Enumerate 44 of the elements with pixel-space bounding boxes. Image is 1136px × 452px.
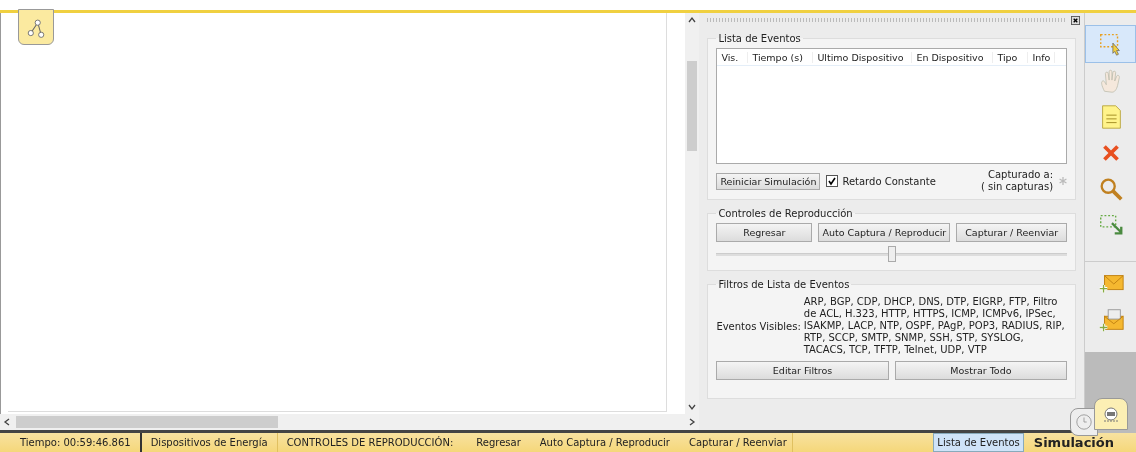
clock-icon [1075,413,1093,431]
scroll-left-icon[interactable] [2,417,12,427]
column-header[interactable]: Info [1028,51,1056,63]
speed-slider[interactable] [716,244,1068,264]
stopwatch-icon [1101,404,1121,424]
filter-label: Eventos Visibles: [716,320,801,332]
horizontal-scrollbar[interactable] [0,414,700,433]
playback-link[interactable]: Capturar / Reenviar [674,433,792,452]
group-title: Lista de Eventos [717,33,802,44]
close-icon[interactable] [1071,15,1081,25]
logical-view-tab[interactable] [18,9,54,45]
group-title: Filtros de Lista de Eventos [717,279,851,290]
column-header[interactable]: Tipo [993,51,1029,63]
column-header[interactable]: Ultimo Dispositivo [813,51,913,63]
playback-controls-label: CONTROLES DE REPRODUCCIÓN: [285,435,455,450]
column-header[interactable]: Tiempo (s) [748,51,814,63]
status-tab[interactable]: Lista de Eventos [933,433,1024,452]
visible-events-list: ARP, BGP, CDP, DHCP, DNS, DTP, EIGRP, FTP, Filtro de ACL, H.323, HTTP, HTTPS, ICMP, ICMPv6, IPSec, ISAKMP, LACP, NTP, OSPF, PAgP, POP3, RADIUS, RIP, RTP, SCCP, SMTP, SNMP, SSH, STP, SYSLOG, TACACS, TCP, TFTP, Telnet, UDP, VTP [803,296,1068,356]
playback-button[interactable]: Regresar [716,223,813,242]
scroll-thumb[interactable] [16,416,278,428]
playback-link[interactable]: Regresar [462,433,526,452]
slider-thumb[interactable] [887,246,896,262]
scroll-up-icon[interactable] [687,15,698,25]
vertical-scrollbar[interactable] [685,13,700,414]
power-devices-link[interactable]: Dispositivos de Energía [141,433,278,452]
asterisk-icon [1059,177,1068,185]
checkbox[interactable] [826,175,839,187]
captured-label: Capturado a: [987,169,1054,181]
playback-button[interactable]: Auto Captura / Reproducir [818,223,951,242]
checkbox-label: Retardo Constante [842,175,936,187]
column-header[interactable]: Vis. [717,51,749,63]
filter-button[interactable]: Editar Filtros [716,361,889,380]
column-header[interactable]: En Dispositivo [912,51,994,63]
playback-link[interactable]: Auto Captura / Reproducir [525,433,675,452]
scroll-down-icon[interactable] [687,402,698,412]
reset-simulation-button[interactable]: Reiniciar Simulación [716,172,821,190]
time-display: Tiempo: 00:59:46.861 [0,433,142,452]
filter-button[interactable]: Mostrar Todo [894,361,1068,380]
scroll-thumb[interactable] [687,61,698,151]
captured-value: ( sin capturas) [980,181,1054,193]
mode-label: Simulación [1032,435,1115,450]
simulation-tab[interactable] [1094,398,1128,430]
group-title: Controles de Reproducción [717,208,854,219]
playback-button[interactable]: Capturar / Reenviar [956,223,1068,242]
